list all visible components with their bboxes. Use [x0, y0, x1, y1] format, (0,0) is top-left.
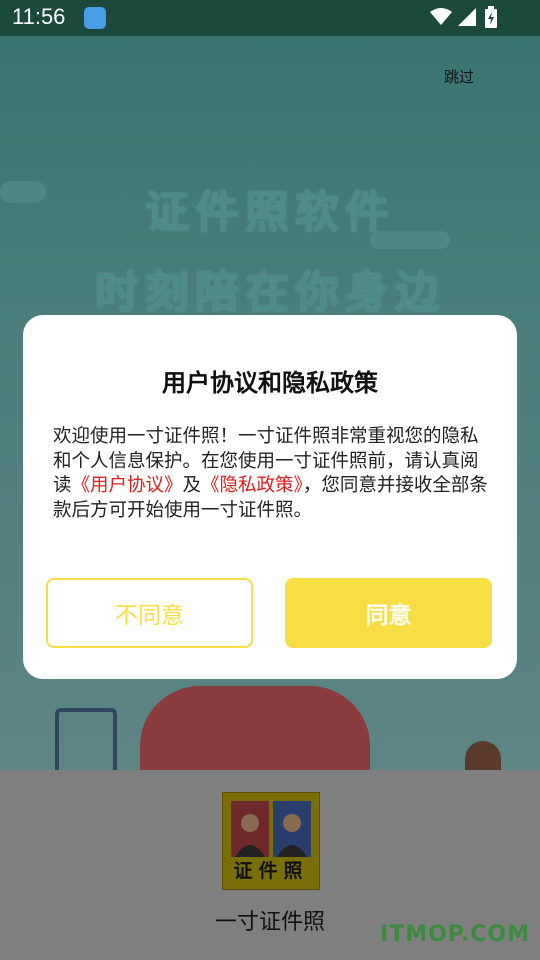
slogan-line-1: 证件照软件 [145, 187, 395, 238]
person-illustration [465, 741, 501, 770]
agree-button[interactable]: 同意 [285, 578, 492, 648]
battery-icon [485, 6, 497, 28]
skip-button[interactable]: 跳过 [444, 66, 474, 87]
app-logo: 证件照 [222, 792, 320, 890]
dialog-title: 用户协议和隐私政策 [162, 369, 378, 397]
weather-icon [84, 7, 106, 29]
status-bar: 11:56 [0, 0, 540, 36]
dialog-body: 欢迎使用一寸证件照！一寸证件照非常重视您的隐私和个人信息保护。在您使用一寸证件照… [53, 425, 489, 523]
wifi-icon [430, 8, 452, 25]
privacy-policy-link[interactable]: 《隐私政策》 [201, 475, 303, 496]
car-illustration [140, 686, 370, 770]
watermark: ITMOP.COM [380, 922, 530, 947]
status-time: 11:56 [12, 4, 66, 29]
user-agreement-link[interactable]: 《用户协议》 [72, 475, 183, 496]
slogan-line-2: 时刻陪在你身边 [95, 267, 445, 318]
bottom-branding: 证件照 一寸证件照 ITMOP.COM [0, 770, 540, 960]
privacy-dialog: 用户协议和隐私政策 欢迎使用一寸证件照！一寸证件照非常重视您的隐私和个人信息保护… [23, 315, 517, 679]
disagree-button[interactable]: 不同意 [46, 578, 253, 648]
suitcase-illustration [55, 708, 117, 774]
body-text: 及 [182, 475, 202, 496]
portrait-icon [231, 801, 311, 857]
signal-icon [458, 8, 476, 26]
logo-text: 证件照 [233, 860, 309, 882]
